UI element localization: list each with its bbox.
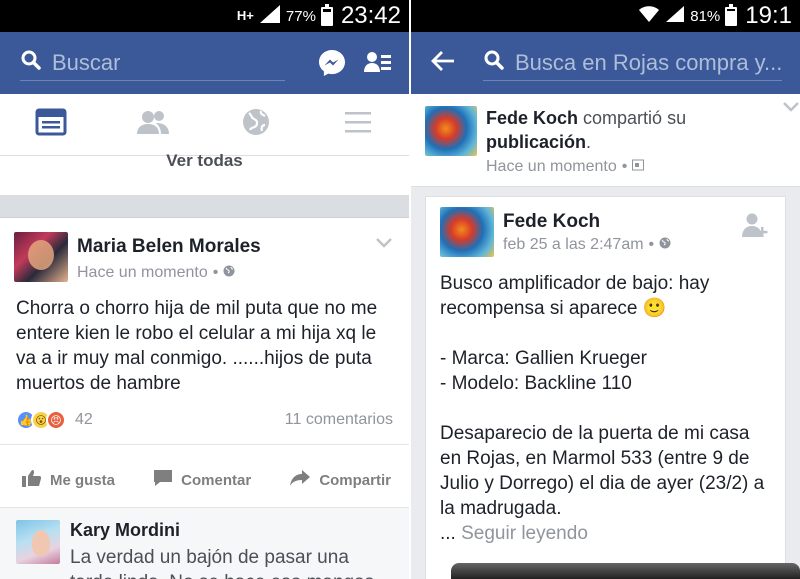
share-time-label: Hace un momento bbox=[486, 158, 617, 175]
network-type: H+ bbox=[236, 8, 254, 23]
messenger-icon[interactable] bbox=[315, 46, 349, 80]
share-arrow-icon bbox=[289, 469, 311, 491]
back-arrow-icon[interactable] bbox=[431, 50, 455, 77]
post-text-line-2: - Marca: Gallien Krueger bbox=[440, 348, 647, 369]
reactions-summary[interactable]: 👍 😮 😠 bbox=[16, 410, 66, 430]
post-image-peek[interactable] bbox=[451, 563, 800, 579]
clock: 19:1 bbox=[745, 2, 792, 29]
post-text-line-1: Busco amplificador de bajo: hay recompen… bbox=[440, 273, 710, 319]
clock: 23:42 bbox=[340, 2, 401, 29]
thumbs-up-icon bbox=[22, 469, 42, 491]
post-author[interactable]: Maria Belen Morales bbox=[77, 236, 395, 258]
see-more-link[interactable]: Seguir leyendo bbox=[461, 523, 588, 544]
share-description: Fede Koch compartió su publicación. bbox=[486, 106, 786, 154]
post-stats: 👍 😮 😠 42 11 comentarios bbox=[0, 396, 409, 430]
comment-bubble-icon bbox=[153, 469, 173, 491]
see-more-row: ... Seguir leyendo bbox=[440, 521, 771, 546]
top-bar: Buscar bbox=[0, 32, 409, 94]
add-friend-icon[interactable] bbox=[741, 211, 769, 244]
dot-separator: • bbox=[212, 264, 219, 281]
chevron-down-icon[interactable] bbox=[782, 100, 800, 118]
wifi-icon bbox=[638, 5, 660, 28]
dot-separator: • bbox=[648, 236, 655, 253]
dot-separator: • bbox=[621, 158, 628, 175]
signal-icon bbox=[665, 5, 685, 28]
search-icon bbox=[483, 49, 505, 76]
left-screen: H+ 77% 23:42 Buscar Ver todas Maria Bele… bbox=[0, 0, 409, 579]
post-text: Busco amplificador de bajo: hay recompen… bbox=[426, 257, 785, 546]
battery-icon bbox=[320, 3, 333, 26]
ellipsis: ... bbox=[440, 523, 456, 544]
tab-menu[interactable] bbox=[338, 105, 378, 145]
friends-icon bbox=[136, 109, 170, 140]
battery-percent: 77% bbox=[285, 7, 316, 25]
sharer-name[interactable]: Fede Koch bbox=[486, 108, 578, 128]
shared-post-card[interactable]: Fede Koch feb 25 a las 2:47am • Busco am… bbox=[425, 196, 786, 579]
battery-percent: 81% bbox=[690, 7, 721, 25]
comment-button[interactable]: Comentar bbox=[153, 469, 251, 491]
hamburger-menu-icon bbox=[343, 110, 373, 139]
share-object[interactable]: publicación bbox=[486, 132, 586, 152]
globe-icon bbox=[241, 107, 271, 142]
tab-notifications[interactable] bbox=[236, 105, 276, 145]
like-label: Me gusta bbox=[50, 471, 116, 489]
author-avatar[interactable] bbox=[440, 207, 494, 257]
share-period: . bbox=[586, 132, 592, 152]
tab-bar bbox=[0, 94, 409, 156]
post-text-line-3: - Modelo: Backline 110 bbox=[440, 373, 632, 394]
like-button[interactable]: Me gusta bbox=[22, 469, 115, 491]
search-icon bbox=[20, 49, 42, 76]
share-label: Compartir bbox=[319, 471, 391, 489]
sharer-avatar[interactable] bbox=[425, 106, 477, 156]
post-time-label: Hace un momento bbox=[77, 264, 208, 281]
share-header: Fede Koch compartió su publicación. Hace… bbox=[411, 94, 800, 187]
tab-friends[interactable] bbox=[133, 105, 173, 145]
top-bar: Busca en Rojas compra y... bbox=[411, 32, 800, 94]
friend-requests-icon[interactable] bbox=[361, 46, 395, 80]
post-text-line-4: Desaparecio de la puerta de mi casa en R… bbox=[440, 423, 765, 519]
angry-reaction-icon: 😠 bbox=[46, 410, 66, 430]
share-button[interactable]: Compartir bbox=[289, 469, 391, 491]
comment-label: Comentar bbox=[181, 471, 252, 489]
comments-count[interactable]: 11 comentarios bbox=[285, 411, 393, 429]
commenter-name[interactable]: Kary Mordini bbox=[70, 520, 395, 541]
commenter-avatar[interactable] bbox=[16, 520, 60, 564]
post-actions: Me gusta Comentar Compartir bbox=[0, 444, 409, 507]
post-time[interactable]: feb 25 a las 2:47am • bbox=[503, 236, 771, 254]
feed-separator bbox=[0, 196, 409, 218]
privacy-icon bbox=[632, 158, 645, 176]
right-screen: 81% 19:1 Busca en Rojas compra y... Fede… bbox=[411, 0, 800, 579]
reaction-count: 42 bbox=[75, 411, 93, 428]
feed-post: Maria Belen Morales Hace un momento • Ch… bbox=[0, 218, 409, 507]
news-feed-icon bbox=[35, 108, 67, 141]
post-time[interactable]: Hace un momento • bbox=[77, 264, 395, 282]
see-all-link[interactable]: Ver todas bbox=[0, 152, 409, 196]
comment-preview[interactable]: Kary Mordini La verdad un bajón de pasar… bbox=[0, 507, 409, 579]
search-query: Busca en Rojas compra y... bbox=[515, 49, 783, 75]
search-input[interactable]: Busca en Rojas compra y... bbox=[483, 45, 783, 81]
status-bar: 81% 19:1 bbox=[411, 0, 800, 32]
share-verb: compartió su bbox=[583, 108, 687, 128]
share-time[interactable]: Hace un momento • bbox=[486, 158, 786, 176]
search-input[interactable]: Buscar bbox=[20, 45, 285, 81]
post-text: Chorra o chorro hija de mil puta que no … bbox=[16, 298, 378, 394]
search-placeholder: Buscar bbox=[52, 49, 121, 75]
public-globe-icon bbox=[223, 264, 235, 282]
battery-charging-icon bbox=[725, 3, 738, 26]
public-globe-icon bbox=[659, 236, 671, 254]
tab-news-feed[interactable] bbox=[31, 105, 71, 145]
post-author[interactable]: Fede Koch bbox=[503, 211, 771, 233]
status-bar: H+ 77% 23:42 bbox=[0, 0, 409, 32]
chevron-down-icon[interactable] bbox=[375, 236, 393, 254]
author-avatar[interactable] bbox=[14, 232, 68, 282]
comment-text: La verdad un bajón de pasar una tarde li… bbox=[70, 547, 374, 579]
signal-icon bbox=[259, 4, 281, 29]
post-time-label: feb 25 a las 2:47am bbox=[503, 236, 644, 253]
